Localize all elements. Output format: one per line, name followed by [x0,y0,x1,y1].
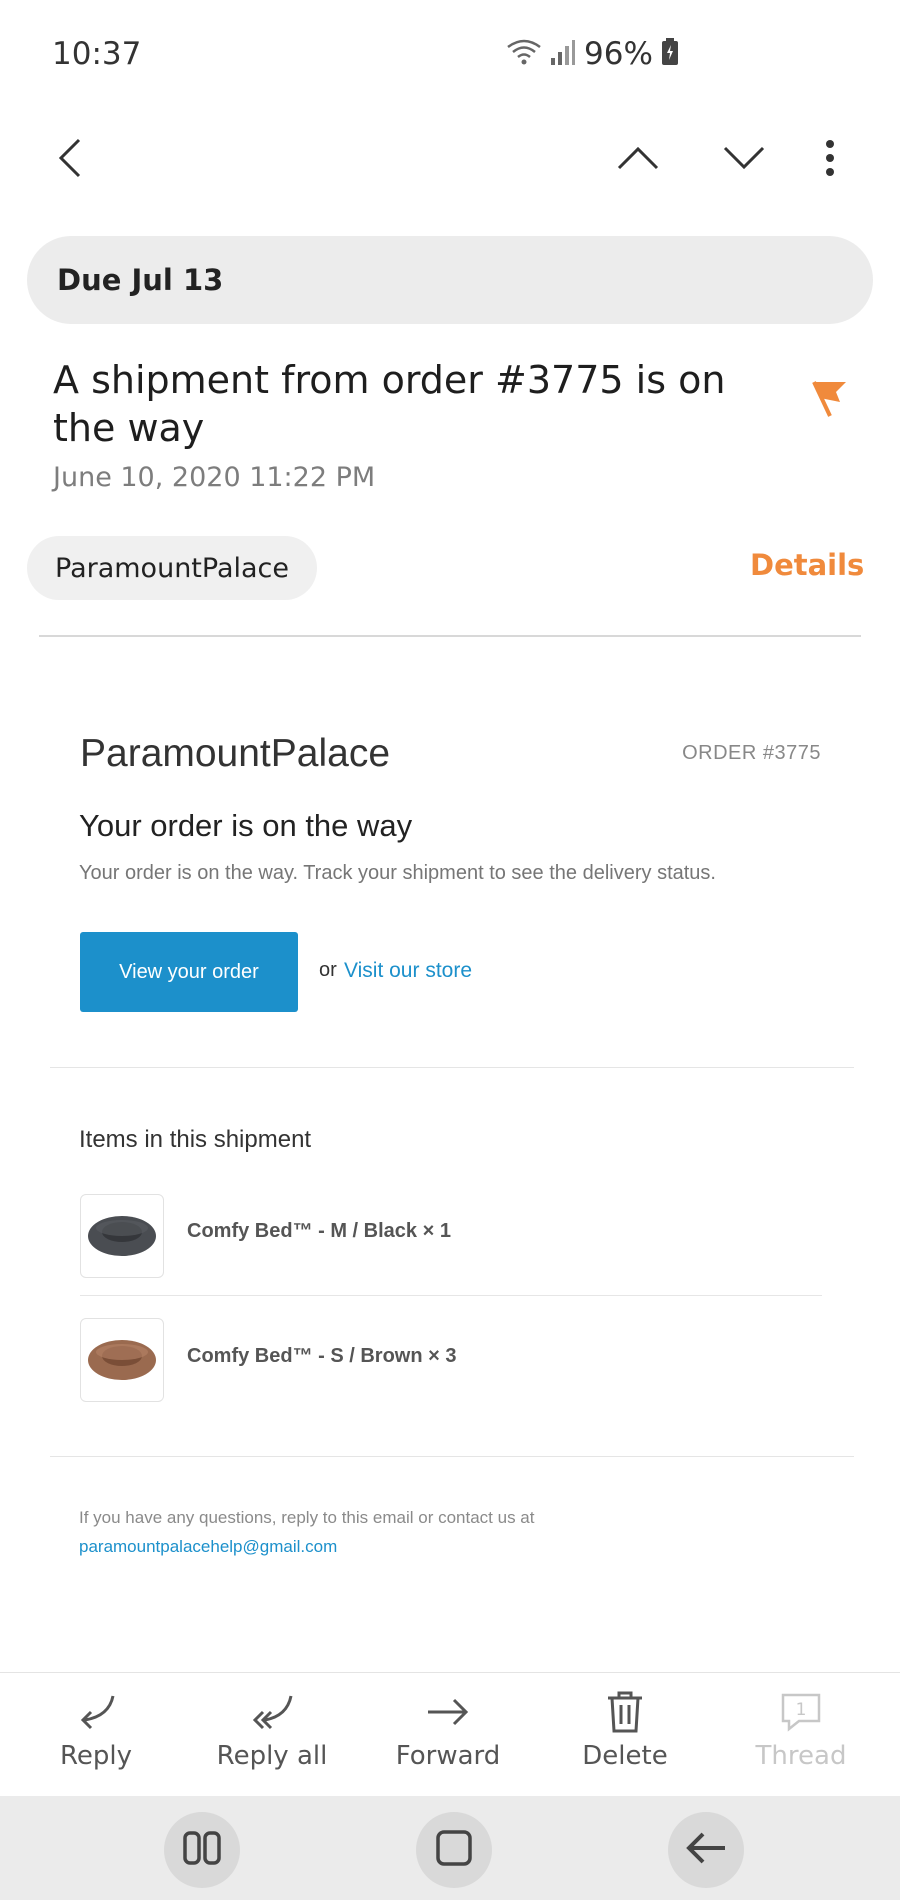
thread-icon: 1 [779,1689,823,1735]
home-button[interactable] [416,1812,492,1888]
email-heading: Your order is on the way [79,808,413,843]
forward-label: Forward [395,1741,501,1771]
order-number: ORDER #3775 [682,742,821,764]
email-date: June 10, 2020 11:22 PM [53,462,376,493]
sender-chip[interactable]: ParamountPalace [27,536,318,600]
more-options-button[interactable] [806,130,854,190]
status-bar: 10:37 96% [0,0,900,110]
system-back-button[interactable] [668,1812,744,1888]
or-text: or [319,959,337,981]
trash-icon [606,1689,644,1735]
status-icons: 96% [506,34,679,74]
flag-button[interactable] [810,378,850,424]
reply-all-button[interactable]: Reply all [184,1673,360,1797]
view-order-button[interactable]: View your order [80,932,298,1012]
pet-bed-icon [86,1334,158,1387]
signal-icon [550,38,576,70]
battery-icon [661,38,679,70]
delete-label: Delete [582,1741,668,1771]
previous-email-button[interactable] [612,134,664,186]
reply-all-icon [249,1689,295,1735]
flag-icon [810,381,850,424]
recents-button[interactable] [164,1812,240,1888]
visit-store-link[interactable]: Visit our store [344,959,472,983]
footer-text: If you have any questions, reply to this… [79,1508,535,1527]
items-heading: Items in this shipment [79,1126,312,1153]
item-divider [80,1295,822,1296]
section-divider [50,1456,854,1457]
pet-bed-icon [86,1210,158,1263]
reply-button[interactable]: Reply [8,1673,184,1797]
details-link[interactable]: Details [750,548,864,582]
home-icon [434,1828,474,1872]
forward-icon [426,1689,470,1735]
thread-label: Thread [755,1741,847,1771]
system-nav-bar [0,1796,900,1900]
reply-label: Reply [59,1741,132,1771]
reply-icon [75,1689,117,1735]
thread-button[interactable]: 1 Thread [713,1673,889,1797]
next-email-button[interactable] [718,134,770,186]
battery-percent: 96% [584,36,653,72]
delete-button[interactable]: Delete [537,1673,713,1797]
item-image [80,1318,164,1402]
shop-name: ParamountPalace [80,732,391,775]
item-image [80,1194,164,1278]
email-subject: A shipment from order #3775 is on the wa… [53,358,726,450]
action-bar: Reply Reply all Forward Delete 1 Thread [0,1672,900,1796]
section-divider [50,1067,854,1068]
footer-email-link[interactable]: paramountpalacehelp@gmail.com [79,1537,337,1557]
chevron-up-icon [617,146,659,174]
email-toolbar [0,110,900,220]
back-button[interactable] [44,130,96,190]
email-body-text: Your order is on the way. Track your shi… [79,862,716,884]
status-time: 10:37 [52,36,142,72]
due-date-banner[interactable]: Due Jul 13 [27,236,873,324]
chevron-left-icon [57,137,83,183]
recents-icon [182,1830,222,1870]
item-label: Comfy Bed™ - S / Brown × 3 [187,1345,457,1367]
header-divider [39,635,861,637]
item-label: Comfy Bed™ - M / Black × 1 [187,1220,451,1242]
reply-all-label: Reply all [216,1741,328,1771]
more-vertical-icon [825,139,835,181]
forward-button[interactable]: Forward [360,1673,536,1797]
due-date-label: Due Jul 13 [57,263,224,297]
thread-count: 1 [796,1700,807,1720]
email-body: ParamountPalace ORDER #3775 Your order i… [0,640,900,1670]
wifi-icon [506,37,542,71]
back-arrow-icon [685,1831,727,1869]
chevron-down-icon [723,146,765,174]
